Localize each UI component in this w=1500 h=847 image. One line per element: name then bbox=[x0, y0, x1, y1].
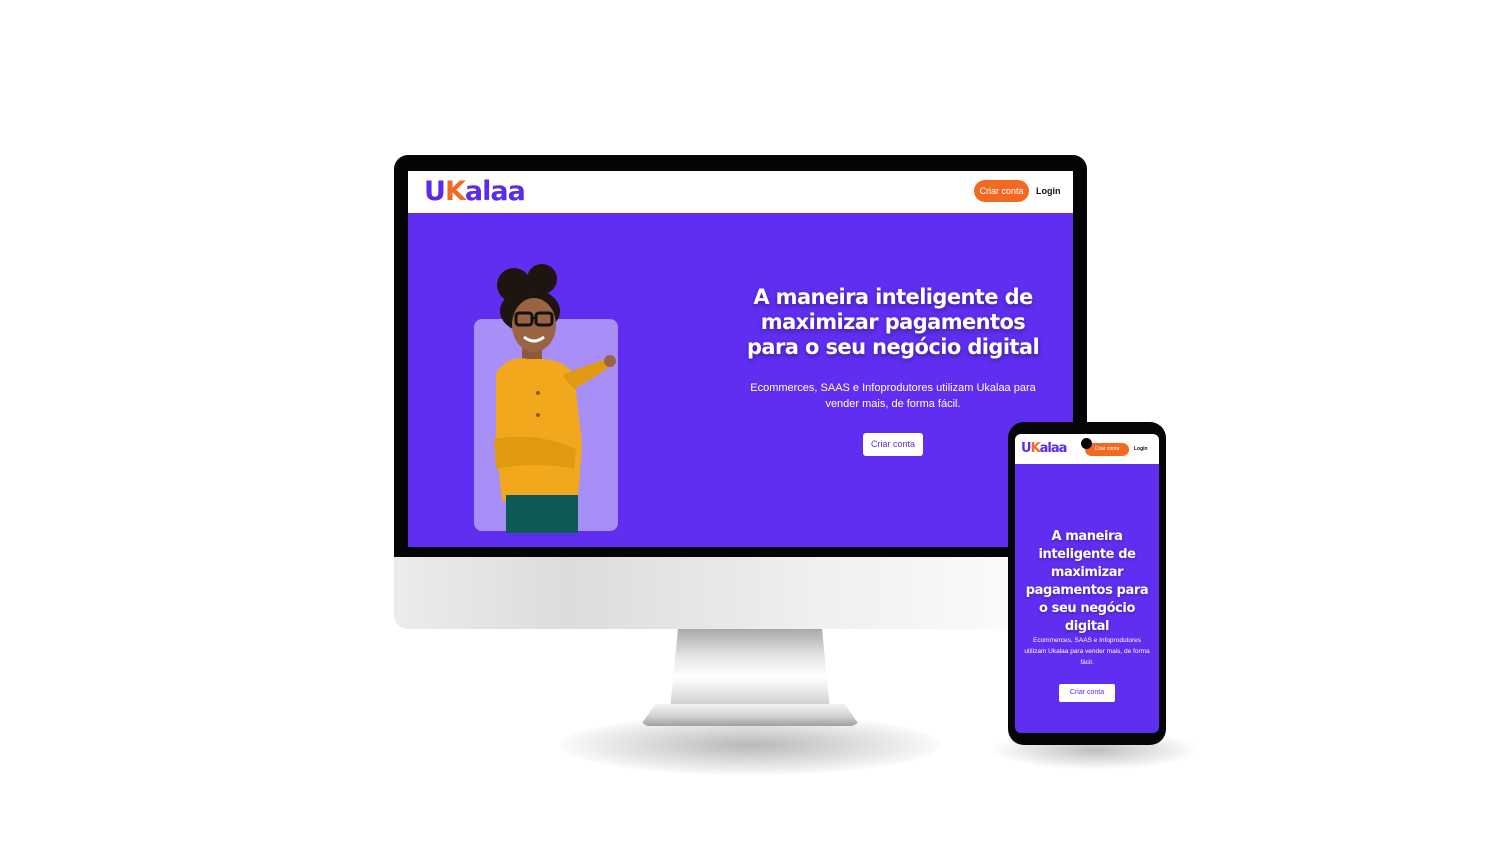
mobile-screen: UKalaa Criar conta Login A maneira intel… bbox=[1015, 434, 1159, 733]
shirt-button bbox=[536, 413, 540, 417]
pointing-hand bbox=[604, 355, 616, 367]
ukalaa-logo[interactable]: UKalaa bbox=[424, 176, 526, 207]
monitor-chin bbox=[394, 557, 1087, 629]
nav-criar-conta-button[interactable]: Criar conta bbox=[974, 180, 1029, 202]
woman-pointing-photo bbox=[494, 264, 616, 533]
hero-headline: A maneira inteligente de maximizar pagam… bbox=[746, 285, 1040, 359]
green-pants bbox=[506, 495, 578, 533]
monitor-stand-neck bbox=[670, 629, 830, 709]
logo-letter-u: U bbox=[1021, 441, 1032, 456]
logo-text: alaa bbox=[464, 176, 526, 207]
hero-subtitle: Ecommerces, SAAS e Infoprodutores utiliz… bbox=[750, 382, 1036, 410]
desktop-screen: UKalaa Criar conta Login A maneira intel… bbox=[408, 171, 1073, 547]
monitor-stand-foot bbox=[640, 704, 860, 726]
mobile-hero-criar-conta-button[interactable]: Criar conta bbox=[1059, 684, 1115, 702]
mobile-hero-subtitle: Ecommerces, SAAS e Infoprodutores utiliz… bbox=[1024, 637, 1150, 666]
desktop-navbar: UKalaa Criar conta Login bbox=[408, 171, 1073, 213]
mobile-ukalaa-logo[interactable]: UKalaa bbox=[1021, 441, 1068, 456]
shirt-button bbox=[536, 391, 540, 395]
phone-camera-icon bbox=[1081, 438, 1092, 449]
hero-criar-conta-button[interactable]: Criar conta bbox=[863, 433, 923, 456]
logo-letter-k: K bbox=[444, 176, 466, 207]
logo-letter-u: U bbox=[424, 176, 446, 207]
mobile-hero-headline: A maneira inteligente de maximizar pagam… bbox=[1025, 529, 1149, 634]
nav-login-link[interactable]: Login bbox=[1036, 180, 1061, 202]
logo-letter-k: K bbox=[1030, 441, 1041, 456]
mobile-nav-login-link[interactable]: Login bbox=[1134, 443, 1148, 456]
logo-text: alaa bbox=[1039, 441, 1068, 456]
